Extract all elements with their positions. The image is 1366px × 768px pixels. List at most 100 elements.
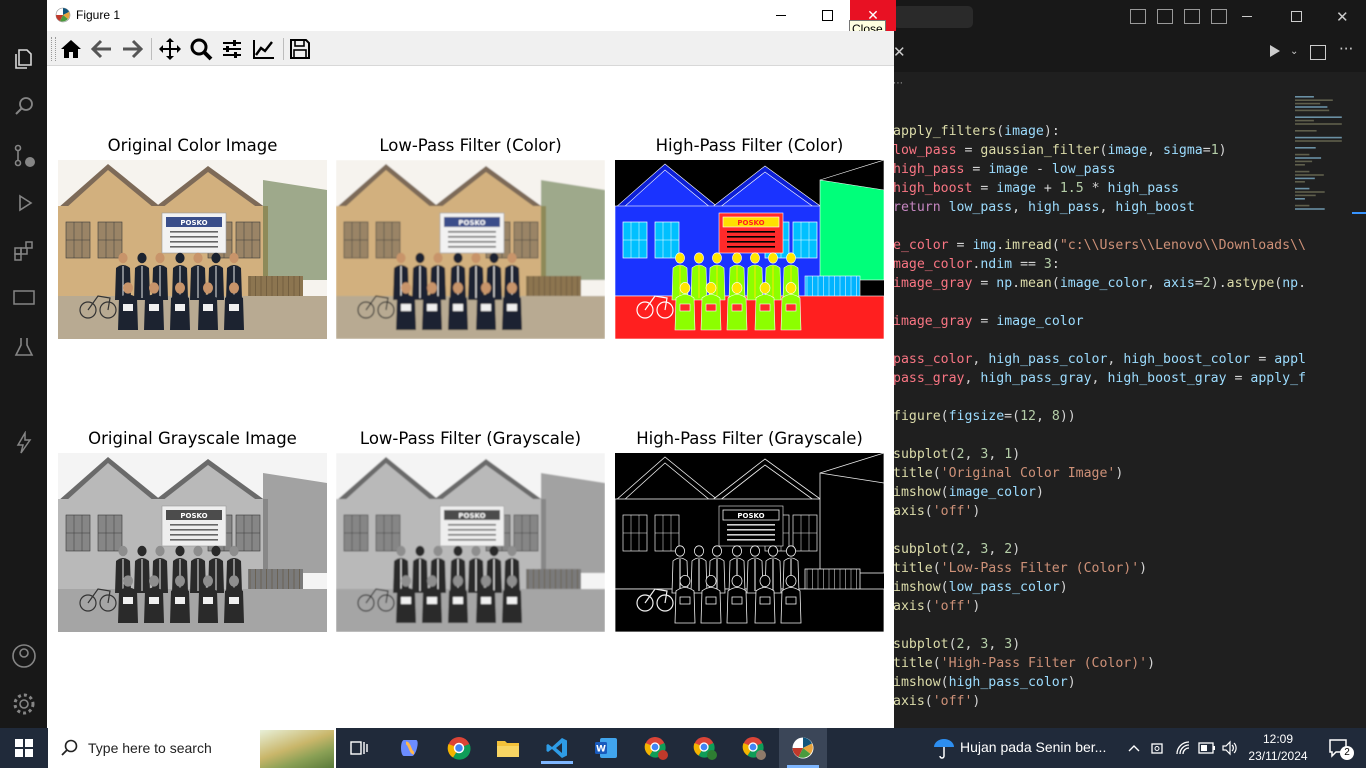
code-line[interactable]: high_pass = image - low_pass	[893, 160, 1306, 179]
search-highlight-image	[260, 730, 334, 768]
configure-subplots-button[interactable]	[219, 36, 245, 62]
chevron-down-icon[interactable]: ⌄	[1290, 46, 1298, 57]
code-line[interactable]: imshow(high_pass_color)	[893, 673, 1306, 692]
toggle-sidebar-icon[interactable]	[1130, 9, 1146, 24]
run-file-icon[interactable]	[1270, 45, 1280, 57]
network-button[interactable]	[1173, 732, 1193, 764]
code-line[interactable]: return low_pass, high_pass, high_boost	[893, 198, 1306, 217]
code-line[interactable]: mage_color.ndim == 3:	[893, 255, 1306, 274]
battery-button[interactable]	[1197, 732, 1217, 764]
chrome-icon	[447, 737, 471, 760]
code-line[interactable]: image_gray = np.mean(image_color, axis=2…	[893, 274, 1306, 293]
code-line[interactable]: title('High-Pass Filter (Color)')	[893, 654, 1306, 673]
file-explorer-button[interactable]	[488, 732, 528, 764]
vscode-taskbar-button[interactable]	[537, 732, 577, 764]
minimap[interactable]	[1293, 92, 1353, 222]
tab-close-icon[interactable]: ✕	[893, 43, 906, 61]
remote-explorer-icon[interactable]	[11, 286, 37, 312]
code-line[interactable]: e_color = img.imread("c:\\Users\\Lenovo\…	[893, 236, 1306, 255]
code-line[interactable]	[893, 711, 1306, 728]
code-line[interactable]: apply_filters(image):	[893, 122, 1306, 141]
zoom-button[interactable]	[188, 36, 214, 62]
explorer-icon[interactable]	[11, 46, 37, 72]
zoom-icon	[190, 38, 213, 61]
source-control-icon[interactable]	[11, 143, 37, 169]
chrome-profile-button[interactable]	[734, 732, 774, 764]
search-icon[interactable]	[11, 93, 37, 119]
save-button[interactable]	[287, 36, 313, 62]
code-line[interactable]: high_boost = image + 1.5 * high_pass	[893, 179, 1306, 198]
code-line[interactable]: subplot(2, 3, 3)	[893, 635, 1306, 654]
command-center[interactable]	[893, 6, 973, 28]
code-line[interactable]	[893, 616, 1306, 635]
back-button[interactable]	[89, 36, 115, 62]
editor-tab-bar: ✕ ⌄ ···	[893, 34, 1366, 72]
edit-axes-button[interactable]	[251, 36, 277, 62]
matplotlib-taskbar-button[interactable]	[779, 728, 827, 768]
toggle-secondary-sidebar-icon[interactable]	[1184, 9, 1200, 24]
code-line[interactable]: imshow(image_color)	[893, 483, 1306, 502]
minimize-icon[interactable]	[1242, 16, 1252, 17]
close-icon[interactable]: ✕	[1336, 8, 1349, 26]
thunder-icon[interactable]	[11, 430, 37, 456]
extensions-icon[interactable]	[11, 238, 37, 264]
code-line[interactable]: title('Original Color Image')	[893, 464, 1306, 483]
customize-layout-icon[interactable]	[1211, 9, 1227, 24]
code-line[interactable]: pass_color, high_pass_color, high_boost_…	[893, 350, 1306, 369]
breadcrumb: ⋯	[893, 78, 903, 89]
testing-icon[interactable]	[11, 334, 37, 360]
minimize-button[interactable]	[758, 0, 804, 31]
maximize-button[interactable]	[804, 0, 850, 31]
code-line[interactable]	[893, 388, 1306, 407]
task-view-button[interactable]	[340, 732, 380, 764]
code-line[interactable]: imshow(low_pass_color)	[893, 578, 1306, 597]
volume-button[interactable]	[1220, 732, 1240, 764]
code-line[interactable]: low_pass = gaussian_filter(image, sigma=…	[893, 141, 1306, 160]
weather-button[interactable]	[924, 732, 964, 764]
layout-controls	[1130, 9, 1227, 24]
taskbar-search[interactable]: Type here to search	[48, 728, 336, 768]
show-hidden-icons-button[interactable]	[1124, 732, 1144, 764]
chrome-profile-b-button[interactable]	[636, 732, 676, 764]
weather-text[interactable]: Hujan pada Senin ber...	[960, 739, 1106, 755]
code-line[interactable]: title('Low-Pass Filter (Color)')	[893, 559, 1306, 578]
chrome-profile-m-button[interactable]	[685, 732, 725, 764]
start-button[interactable]	[4, 732, 44, 764]
forward-button[interactable]	[119, 36, 145, 62]
toggle-panel-icon[interactable]	[1157, 9, 1173, 24]
code-line[interactable]	[893, 293, 1306, 312]
code-line[interactable]	[893, 521, 1306, 540]
more-actions-icon[interactable]: ···	[1339, 40, 1353, 58]
subplot-title-original-gray: Original Grayscale Image	[88, 429, 297, 448]
code-line[interactable]: axis('off')	[893, 692, 1306, 711]
toolbar-separator	[283, 38, 284, 60]
notification-badge: 2	[1340, 746, 1354, 760]
meet-now-button[interactable]	[1149, 732, 1169, 764]
code-line[interactable]	[893, 331, 1306, 350]
settings-gear-icon[interactable]	[11, 691, 37, 717]
camera-icon	[1151, 743, 1163, 754]
restore-icon[interactable]	[1291, 11, 1302, 22]
run-debug-icon[interactable]	[11, 190, 37, 216]
image-lowpass-color: POSKO	[336, 160, 605, 339]
code-line[interactable]: axis('off')	[893, 502, 1306, 521]
code-line[interactable]: pass_gray, high_pass_gray, high_boost_gr…	[893, 369, 1306, 388]
code-line[interactable]: figure(figsize=(12, 8))	[893, 407, 1306, 426]
word-button[interactable]: W	[586, 732, 626, 764]
home-button[interactable]	[58, 36, 84, 62]
copilot-button[interactable]	[390, 732, 430, 764]
code-line[interactable]: subplot(2, 3, 1)	[893, 445, 1306, 464]
code-editor[interactable]: apply_filters(image): low_pass = gaussian…	[893, 122, 1306, 728]
active-indicator	[541, 761, 573, 764]
chrome-button[interactable]	[439, 732, 479, 764]
split-editor-icon[interactable]	[1310, 45, 1326, 60]
clock[interactable]: 12:09 23/11/2024	[1246, 731, 1310, 765]
pan-button[interactable]	[157, 36, 183, 62]
code-line[interactable]	[893, 426, 1306, 445]
code-line[interactable]: subplot(2, 3, 2)	[893, 540, 1306, 559]
code-line[interactable]	[893, 217, 1306, 236]
notification-center-button[interactable]: 2	[1318, 732, 1358, 764]
code-line[interactable]: image_gray = image_color	[893, 312, 1306, 331]
code-line[interactable]: axis('off')	[893, 597, 1306, 616]
accounts-icon[interactable]	[11, 643, 37, 669]
